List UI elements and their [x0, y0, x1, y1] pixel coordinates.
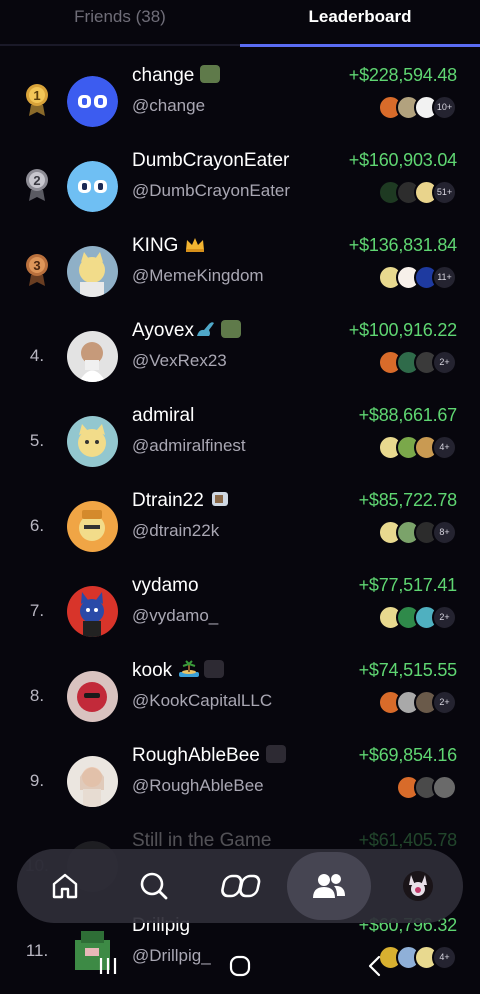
username: DumbCrayonEater — [132, 150, 290, 171]
username: RoughAbleBee — [132, 745, 286, 767]
system-nav-bar — [0, 940, 480, 994]
avatar[interactable] — [67, 76, 118, 127]
avatar[interactable] — [67, 246, 118, 297]
dark-badge-emoji — [265, 745, 286, 763]
token-stack[interactable]: 2+ — [378, 605, 457, 630]
avatar[interactable] — [67, 671, 118, 722]
avatar[interactable] — [67, 416, 118, 467]
username: change — [132, 65, 221, 87]
leaderboard-row-5[interactable]: 5. admiral @admiralfinest +$88,661.67 4+ — [0, 399, 480, 484]
more-tokens-badge: 2+ — [432, 350, 457, 375]
token-stack[interactable]: 2+ — [378, 690, 457, 715]
green-square-emoji — [200, 65, 221, 83]
profit-amount: +$160,903.04 — [348, 150, 457, 170]
bronze-medal-icon: 3 — [22, 253, 52, 289]
token-stack[interactable]: 4+ — [378, 435, 457, 460]
bottom-nav — [17, 849, 463, 923]
user-handle: @dtrain22k — [132, 521, 220, 540]
leaderboard-row-2[interactable]: 2 DumbCrayonEater @DumbCrayonEater +$160… — [0, 144, 480, 229]
island-emoji — [178, 660, 200, 678]
more-tokens-badge: 2+ — [432, 605, 457, 630]
token-stack[interactable]: 10+ — [378, 95, 457, 120]
back-icon[interactable] — [364, 954, 394, 980]
gold-medal-icon: 1 — [22, 83, 52, 119]
rank-number: 7. — [29, 601, 45, 620]
tab-active-indicator — [240, 44, 480, 47]
friends-icon[interactable] — [298, 854, 360, 918]
token-stack[interactable]: 51+ — [378, 180, 457, 205]
crown-emoji — [184, 235, 205, 253]
more-tokens-badge: 51+ — [432, 180, 457, 205]
username: vydamo — [132, 575, 199, 596]
more-tokens-badge: 11+ — [432, 265, 457, 290]
svg-text:3: 3 — [33, 258, 40, 273]
rank-number: 6. — [29, 516, 45, 535]
leaderboard-row-3[interactable]: 3 KING @MemeKingdom +$136,831.84 11+ — [0, 229, 480, 314]
dark-badge-emoji — [204, 660, 225, 678]
more-tokens-badge: 8+ — [432, 520, 457, 545]
leaderboard-row-6[interactable]: 6. Dtrain22 @dtrain22k +$85,722.78 8+ — [0, 484, 480, 569]
user-handle: @admiralfinest — [132, 436, 246, 455]
token-stack[interactable] — [396, 775, 457, 800]
leaderboard-row-9[interactable]: 9. RoughAbleBee @RoughAbleBee +$69,854.1… — [0, 739, 480, 824]
svg-text:1: 1 — [33, 88, 40, 103]
profit-amount: +$74,515.55 — [358, 660, 458, 680]
username: KING — [132, 235, 205, 257]
avatar[interactable] — [67, 331, 118, 382]
avatar[interactable] — [67, 756, 118, 807]
recents-icon[interactable] — [96, 954, 126, 980]
username: Dtrain22 — [132, 490, 230, 512]
user-handle: @RoughAbleBee — [132, 776, 264, 795]
avatar[interactable] — [67, 501, 118, 552]
token-icon — [432, 775, 457, 800]
token-stack[interactable]: 8+ — [378, 520, 457, 545]
profit-amount: +$77,517.41 — [358, 575, 458, 595]
search-icon[interactable] — [123, 854, 185, 918]
user-handle: @KookCapitalLLC — [132, 691, 273, 710]
hourglass-emoji — [210, 490, 230, 508]
tab-friends[interactable]: Friends (38) — [0, 0, 240, 45]
user-handle: @VexRex23 — [132, 351, 227, 370]
logo-icon[interactable] — [210, 854, 272, 918]
tab-leaderboard[interactable]: Leaderboard — [240, 0, 480, 45]
profit-amount: +$136,831.84 — [348, 235, 457, 255]
leaderboard-row-4[interactable]: 4. Ayovex @VexRex23 +$100,916.22 2+ — [0, 314, 480, 399]
profit-amount: +$61,405.78 — [358, 830, 458, 850]
tab-bar: Friends (38) Leaderboard — [0, 0, 480, 47]
user-handle: @DumbCrayonEater — [132, 181, 291, 200]
leaderboard-row-1[interactable]: 1 change @change +$228,594.48 10+ — [0, 59, 480, 144]
silver-medal-icon: 2 — [22, 168, 52, 204]
home-circle-icon[interactable] — [228, 954, 258, 980]
green-square-emoji — [220, 320, 241, 338]
profit-amount: +$100,916.22 — [348, 320, 457, 340]
username: kook — [132, 660, 225, 682]
user-handle: @vydamo_ — [132, 606, 219, 625]
more-tokens-badge: 2+ — [432, 690, 457, 715]
profit-amount: +$69,854.16 — [358, 745, 458, 765]
token-stack[interactable]: 2+ — [378, 350, 457, 375]
dinosaur-emoji — [195, 320, 215, 338]
more-tokens-badge: 4+ — [432, 435, 457, 460]
profit-amount: +$88,661.67 — [358, 405, 458, 425]
rank-number: 9. — [29, 771, 45, 790]
leaderboard-row-7[interactable]: 7. vydamo @vydamo_ +$77,517.41 2+ — [0, 569, 480, 654]
svg-text:2: 2 — [33, 173, 40, 188]
leaderboard-row-8[interactable]: 8. kook @KookCapitalLLC +$74,515.55 2+ — [0, 654, 480, 739]
rank-number: 8. — [29, 686, 45, 705]
avatar[interactable] — [67, 586, 118, 637]
more-tokens-badge: 10+ — [432, 95, 457, 120]
username: Ayovex — [132, 320, 241, 342]
profile-avatar[interactable] — [403, 871, 433, 901]
user-handle: @change — [132, 96, 206, 115]
home-icon[interactable] — [34, 854, 96, 918]
username: admiral — [132, 405, 195, 426]
user-handle: @MemeKingdom — [132, 266, 264, 285]
rank-number: 5. — [29, 431, 45, 450]
avatar[interactable] — [67, 161, 118, 212]
profit-amount: +$85,722.78 — [358, 490, 458, 510]
profit-amount: +$228,594.48 — [348, 65, 457, 85]
rank-number: 4. — [29, 346, 45, 365]
token-stack[interactable]: 11+ — [378, 265, 457, 290]
tab-divider — [0, 44, 240, 46]
